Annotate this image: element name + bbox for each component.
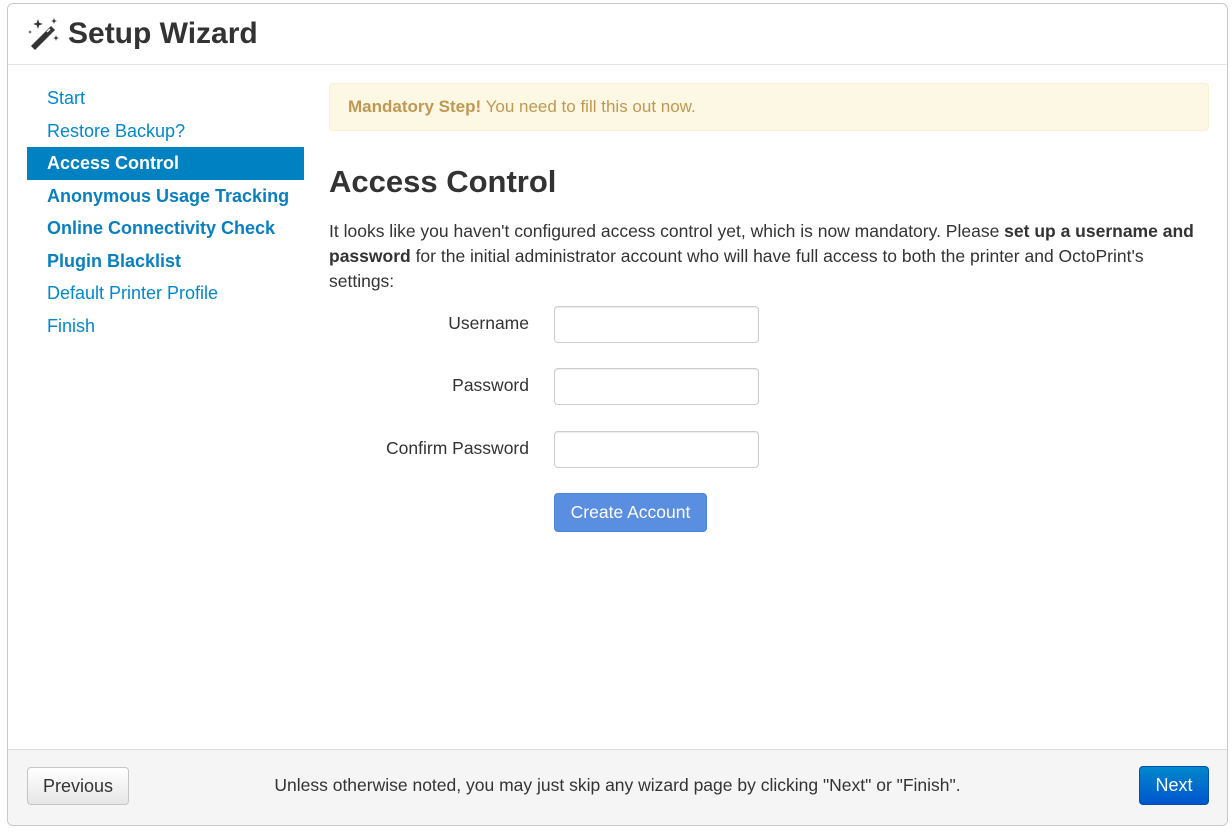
intro-text-part-1: It looks like you haven't configured acc… — [329, 221, 1005, 241]
page-title: Access Control — [329, 164, 557, 199]
step-plugin-blacklist[interactable]: Plugin Blacklist — [27, 245, 304, 278]
password-input[interactable] — [554, 368, 759, 405]
step-anonymous-usage-tracking[interactable]: Anonymous Usage Tracking — [27, 180, 304, 213]
step-access-control[interactable]: Access Control — [27, 147, 304, 180]
intro-text: It looks like you haven't configured acc… — [329, 219, 1209, 294]
username-input[interactable] — [554, 306, 759, 343]
footer-note: Unless otherwise noted, you may just ski… — [274, 775, 961, 795]
step-online-connectivity-check[interactable]: Online Connectivity Check — [27, 212, 304, 245]
step-restore-backup[interactable]: Restore Backup? — [27, 115, 304, 148]
alert-strong-text: Mandatory Step! — [348, 97, 482, 116]
intro-text-part-2: for the initial administrator account wh… — [329, 246, 1144, 291]
magic-wand-icon — [28, 18, 59, 50]
password-label: Password — [452, 375, 529, 395]
confirm-password-row: Confirm Password — [329, 431, 1209, 469]
step-start[interactable]: Start — [27, 82, 304, 115]
username-row: Username — [329, 306, 1209, 344]
password-row: Password — [329, 368, 1209, 406]
mandatory-step-alert: Mandatory Step! You need to fill this ou… — [329, 83, 1209, 131]
alert-text: You need to fill this out now. — [481, 97, 696, 116]
confirm-password-input[interactable] — [554, 431, 759, 468]
step-default-printer-profile[interactable]: Default Printer Profile — [27, 277, 304, 310]
dialog-title: Setup Wizard — [68, 17, 258, 50]
dialog-header: Setup Wizard — [8, 4, 1227, 65]
next-button[interactable]: Next — [1139, 766, 1209, 805]
setup-wizard-dialog: Setup Wizard Start Restore Backup? Acces… — [7, 3, 1228, 826]
wizard-steps-nav: Start Restore Backup? Access Control Ano… — [27, 82, 304, 342]
confirm-password-label: Confirm Password — [386, 438, 529, 458]
step-finish[interactable]: Finish — [27, 310, 304, 343]
dialog-footer: Previous Unless otherwise noted, you may… — [8, 749, 1227, 825]
username-label: Username — [448, 313, 529, 333]
create-account-button[interactable]: Create Account — [554, 493, 707, 532]
